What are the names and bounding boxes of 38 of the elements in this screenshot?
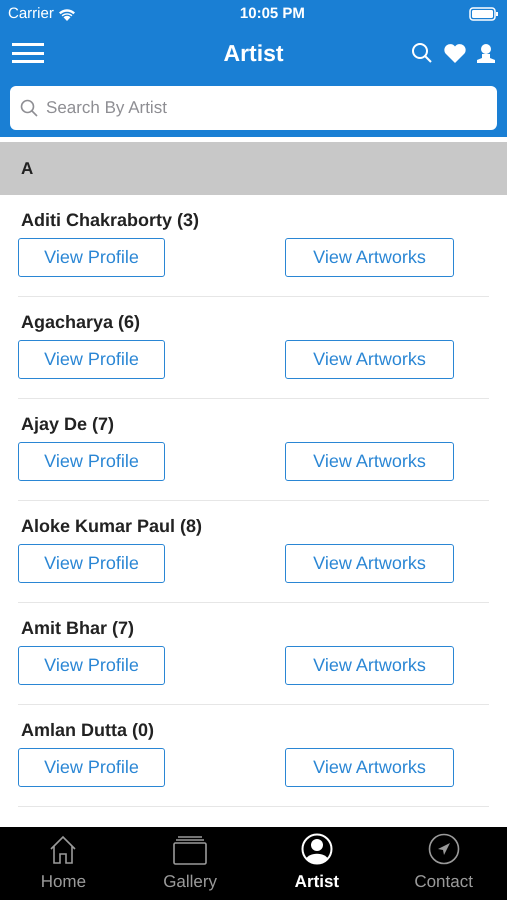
- view-artworks-button[interactable]: View Artworks: [285, 646, 454, 685]
- artist-name: Amit Bhar (7): [20, 617, 136, 640]
- view-artworks-button[interactable]: View Artworks: [285, 238, 454, 277]
- tab-item[interactable]: Home: [0, 827, 127, 900]
- search-icon[interactable]: [411, 42, 433, 64]
- artist-name: Aditi Chakraborty (3): [20, 209, 200, 232]
- tab-item[interactable]: Artist: [254, 827, 380, 900]
- artist-name: Agacharya (6): [20, 311, 142, 334]
- wifi-icon: [58, 8, 76, 20]
- view-profile-button[interactable]: View Profile: [18, 238, 165, 277]
- view-profile-button[interactable]: View Profile: [18, 340, 165, 379]
- view-artworks-button[interactable]: View Artworks: [285, 544, 454, 583]
- search-field[interactable]: Search By Artist: [10, 86, 497, 130]
- view-artworks-button[interactable]: View Artworks: [285, 442, 454, 481]
- gallery-icon: [173, 834, 208, 864]
- status-time: 10:05 PM: [240, 4, 305, 24]
- search-icon: [20, 99, 38, 117]
- view-artworks-button[interactable]: View Artworks: [285, 340, 454, 379]
- artist-name: Aloke Kumar Paul (8): [20, 515, 204, 538]
- section-header: A: [0, 142, 507, 195]
- house-icon: [49, 834, 78, 864]
- carrier-label: Carrier: [8, 4, 54, 24]
- view-profile-button[interactable]: View Profile: [18, 748, 165, 787]
- heart-icon[interactable]: [443, 43, 467, 63]
- menu-button[interactable]: [12, 41, 44, 65]
- tab-item[interactable]: Contact: [380, 827, 507, 900]
- person-icon: [300, 832, 333, 864]
- navigation-icon: [428, 832, 460, 864]
- view-artworks-button[interactable]: View Artworks: [285, 748, 454, 787]
- page-title: Artist: [223, 38, 284, 68]
- view-profile-button[interactable]: View Profile: [18, 442, 165, 481]
- tab-item[interactable]: Gallery: [126, 827, 254, 900]
- user-icon[interactable]: [477, 43, 495, 63]
- artist-name: Ajay De (7): [20, 413, 116, 436]
- view-profile-button[interactable]: View Profile: [18, 544, 165, 583]
- view-profile-button[interactable]: View Profile: [18, 646, 165, 685]
- artist-name: Amlan Dutta (0): [20, 719, 156, 742]
- battery-icon: [468, 7, 499, 21]
